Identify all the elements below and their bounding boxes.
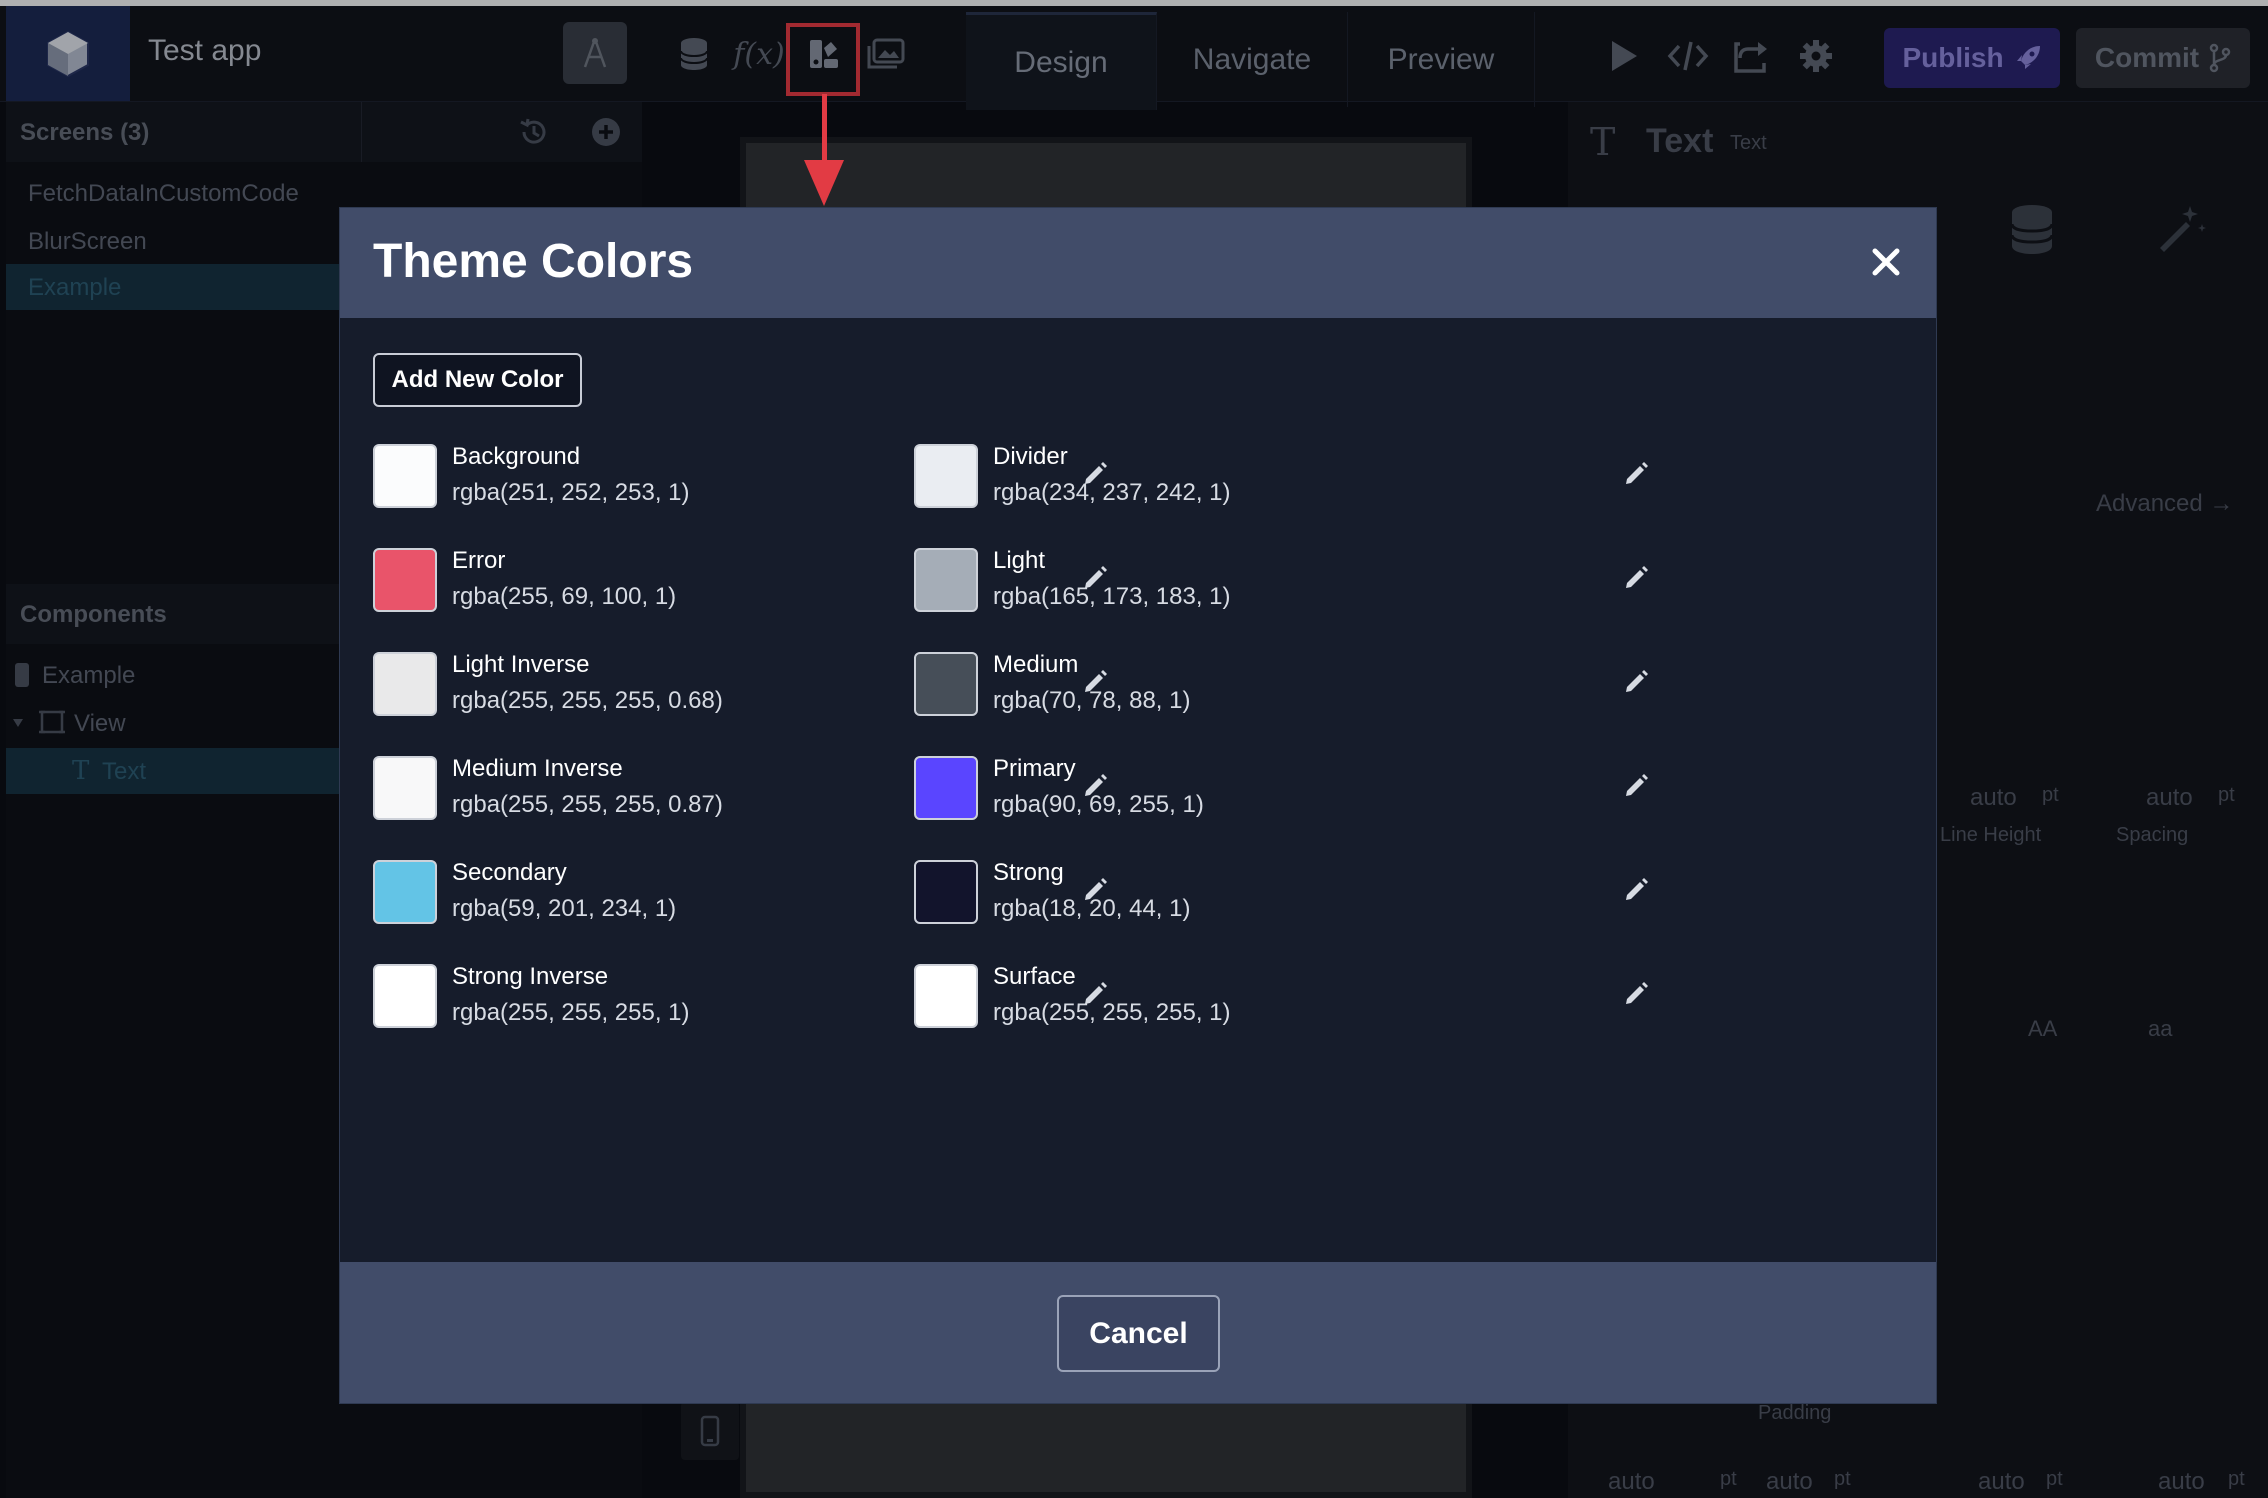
add-new-color-button[interactable]: Add New Color [373,353,582,407]
color-swatch[interactable] [914,652,978,716]
color-name: Surface [993,963,1076,990]
color-swatch[interactable] [914,964,978,1028]
pencil-icon [1626,566,1648,588]
color-swatch[interactable] [914,860,978,924]
color-swatch[interactable] [373,860,437,924]
edit-color-button[interactable] [1618,664,1654,700]
color-swatch[interactable] [373,756,437,820]
color-name: Background [452,443,581,470]
color-swatch[interactable] [914,548,978,612]
theme-colors-dialog: Theme Colors Add New Color Cancel Backgr… [339,207,1937,1404]
color-swatch[interactable] [373,548,437,612]
edit-color-button[interactable] [1618,872,1654,908]
edit-color-button[interactable] [1618,560,1654,596]
color-name: Light Inverse [452,651,590,678]
color-value: rgba(255, 255, 255, 0.87) [452,791,723,818]
edit-color-button[interactable] [1618,976,1654,1012]
color-value: rgba(165, 173, 183, 1) [993,583,1231,610]
color-value: rgba(18, 20, 44, 1) [993,895,1191,922]
pencil-icon [1626,774,1648,796]
color-name: Strong [993,859,1064,886]
color-name: Divider [993,443,1068,470]
color-swatch[interactable] [373,652,437,716]
color-swatch[interactable] [914,444,978,508]
color-value: rgba(251, 252, 253, 1) [452,479,690,506]
color-value: rgba(255, 255, 255, 1) [993,999,1231,1026]
color-row: Light rgba(165, 173, 183, 1) [914,547,1654,638]
color-name: Medium Inverse [452,755,623,782]
color-name: Error [452,547,506,574]
color-swatch[interactable] [373,964,437,1028]
color-value: rgba(90, 69, 255, 1) [993,791,1204,818]
dialog-header: Theme Colors [340,208,1936,318]
color-name: Light [993,547,1046,574]
color-name: Primary [993,755,1076,782]
pencil-icon [1626,462,1648,484]
color-name: Strong Inverse [452,963,609,990]
cancel-button[interactable]: Cancel [1057,1295,1220,1372]
color-swatch[interactable] [914,756,978,820]
dialog-title: Theme Colors [373,235,694,288]
annotation-arrow [822,94,827,164]
close-button[interactable] [1860,236,1912,288]
edit-color-button[interactable] [1618,768,1654,804]
color-value: rgba(234, 237, 242, 1) [993,479,1231,506]
color-row: Strong rgba(18, 20, 44, 1) [914,859,1654,950]
dialog-footer: Cancel [340,1262,1936,1403]
color-name: Secondary [452,859,567,886]
color-row: Divider rgba(234, 237, 242, 1) [914,443,1654,534]
color-swatch[interactable] [373,444,437,508]
color-row: Surface rgba(255, 255, 255, 1) [914,963,1654,1054]
color-value: rgba(255, 255, 255, 1) [452,999,690,1026]
color-value: rgba(59, 201, 234, 1) [452,895,677,922]
color-value: rgba(255, 255, 255, 0.68) [452,687,723,714]
color-name: Medium [993,651,1079,678]
color-value: rgba(70, 78, 88, 1) [993,687,1191,714]
pencil-icon [1626,878,1648,900]
pencil-icon [1626,670,1648,692]
color-value: rgba(255, 69, 100, 1) [452,583,677,610]
edit-color-button[interactable] [1618,456,1654,492]
color-row: Medium rgba(70, 78, 88, 1) [914,651,1654,742]
pencil-icon [1626,982,1648,1004]
color-row: Primary rgba(90, 69, 255, 1) [914,755,1654,846]
close-icon [1872,248,1900,276]
annotation-arrow-head [804,160,844,206]
